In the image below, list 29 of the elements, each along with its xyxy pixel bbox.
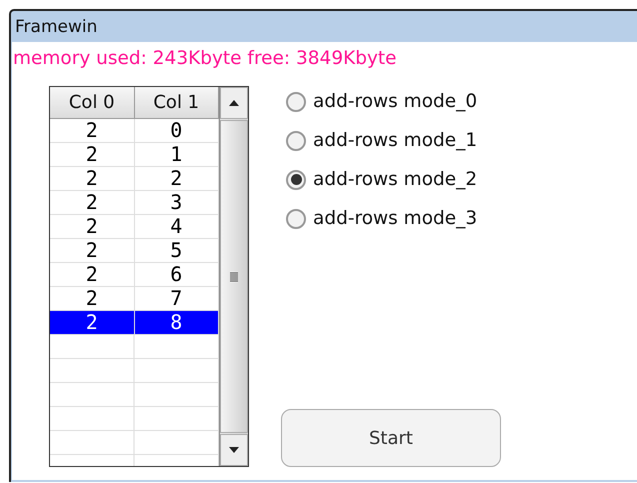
radio-option[interactable]: add-rows mode_3	[286, 206, 501, 231]
scroll-thumb[interactable]	[220, 120, 248, 433]
radio-button[interactable]	[286, 170, 306, 190]
radio-button[interactable]	[286, 92, 306, 112]
radio-option[interactable]: add-rows mode_1	[286, 128, 501, 153]
table-cell: 2	[50, 191, 134, 214]
radio-button[interactable]	[286, 130, 306, 150]
table-cell: 2	[50, 167, 134, 190]
grip-icon	[229, 272, 239, 282]
scroll-down-button[interactable]	[220, 434, 248, 466]
table-cell: 2	[50, 215, 134, 238]
table-cell: 2	[50, 263, 134, 286]
scroll-up-button[interactable]	[220, 87, 248, 119]
table-cell: 2	[50, 143, 134, 166]
table-cell: 2	[50, 239, 134, 262]
up-arrow-icon	[228, 99, 240, 107]
window-title: Framewin	[15, 16, 98, 36]
column-header[interactable]: Col 1	[134, 87, 219, 119]
table-cell: 2	[50, 311, 134, 334]
memory-status: memory used: 243Kbyte free: 3849Kbyte	[12, 47, 398, 71]
down-arrow-icon	[228, 446, 240, 454]
column-header[interactable]: Col 0	[50, 87, 134, 119]
start-button[interactable]: Start	[281, 409, 501, 467]
radio-option[interactable]: add-rows mode_0	[286, 89, 501, 114]
table-cell: 2	[50, 287, 134, 310]
radio-button[interactable]	[286, 208, 306, 228]
radio-option[interactable]: add-rows mode_2	[286, 167, 501, 192]
table-cell: 2	[50, 119, 134, 142]
table-row[interactable]: 2 8	[50, 311, 219, 335]
